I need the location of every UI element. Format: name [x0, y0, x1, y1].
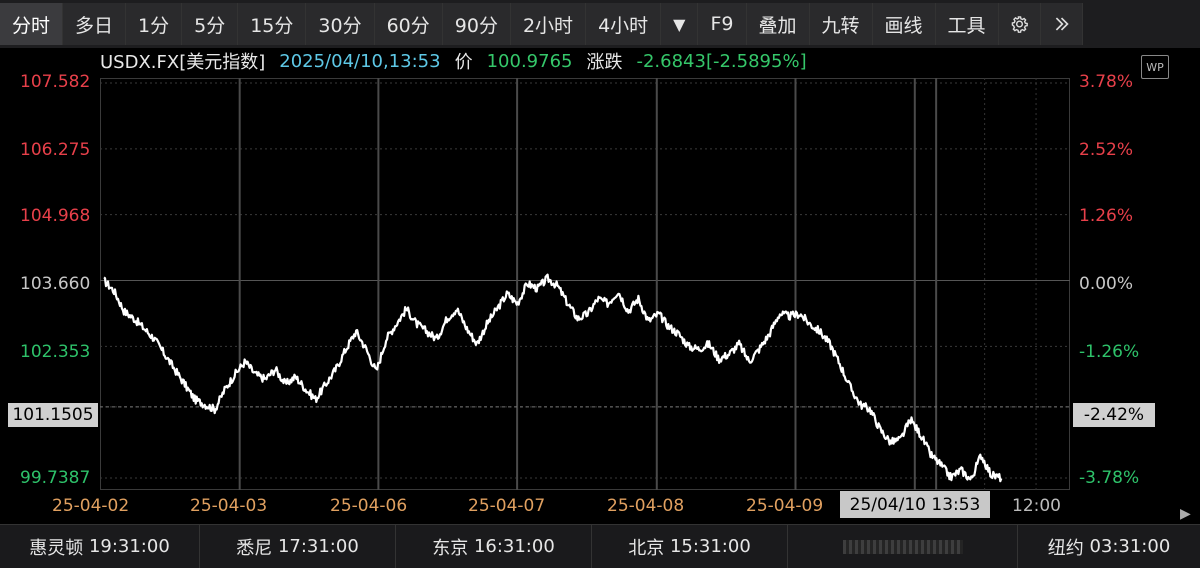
- gear-icon[interactable]: [998, 3, 1041, 45]
- nine-turn-button[interactable]: 九转: [809, 3, 873, 45]
- pct-tick-label: -3.78%: [1079, 468, 1140, 488]
- chart-frame: [100, 78, 1070, 490]
- pct-tick-label: 1.26%: [1079, 206, 1134, 226]
- double-chevron-right-icon[interactable]: [1040, 3, 1083, 45]
- cursor-time-marker: 25/04/10 13:53: [840, 491, 990, 518]
- tab-4hour[interactable]: 4小时: [586, 3, 662, 45]
- pct-tick-label: -1.26%: [1079, 342, 1140, 362]
- tab-2hour[interactable]: 2小时: [510, 3, 587, 45]
- tab-intraday[interactable]: 分时: [0, 3, 64, 45]
- price-label: 价: [454, 52, 473, 73]
- x-tick-label: 25-04-06: [330, 496, 408, 516]
- symbol-name: USDX.FX[美元指数]: [100, 52, 266, 73]
- tab-90min[interactable]: 90分: [442, 3, 511, 45]
- quote-info-line: USDX.FX[美元指数] 2025/04/10,13:53 价 100.976…: [100, 48, 821, 74]
- wp-icon[interactable]: WP: [1141, 55, 1169, 79]
- tab-30min[interactable]: 30分: [306, 3, 375, 45]
- pct-tick-label: 2.52%: [1079, 140, 1134, 160]
- period-toolbar: 分时 多日 1分 5分 15分 30分 60分 90分 2小时 4小时 ▼ F9…: [0, 0, 1200, 48]
- clock-tokyo: 东京 16:31:00: [396, 525, 592, 568]
- obscured-clock: [788, 525, 1018, 568]
- change-value: -2.6843[-2.5895%]: [636, 50, 807, 72]
- tab-60min[interactable]: 60分: [374, 3, 443, 45]
- price-line: [103, 273, 1003, 483]
- tab-15min[interactable]: 15分: [238, 3, 307, 45]
- clock-beijing: 北京 15:31:00: [592, 525, 788, 568]
- current-price-marker: 101.1505: [8, 403, 98, 427]
- chart-grid: [100, 78, 1070, 490]
- x-tick-label: 25-04-09: [746, 496, 824, 516]
- pct-tick-label: 0.00%: [1079, 274, 1134, 294]
- overlay-button[interactable]: 叠加: [746, 3, 810, 45]
- clock-sydney: 悉尼 17:31:00: [200, 525, 396, 568]
- world-clock-bar: 惠灵顿 19:31:00 悉尼 17:31:00 东京 16:31:00 北京 …: [0, 524, 1200, 568]
- y-tick-label: 103.660: [20, 274, 91, 294]
- pct-tick-label: 3.78%: [1079, 72, 1134, 92]
- tab-1min[interactable]: 1分: [126, 3, 183, 45]
- quote-datetime: 2025/04/10,13:53: [279, 50, 441, 72]
- tools-button[interactable]: 工具: [935, 3, 999, 45]
- y-tick-label: 107.582: [20, 72, 91, 92]
- tab-multi-day[interactable]: 多日: [63, 3, 127, 45]
- x-tick-label: 12:00: [1012, 496, 1061, 516]
- intraday-line-chart[interactable]: [100, 78, 1070, 490]
- price-value: 100.9765: [486, 50, 573, 72]
- current-pct-marker: -2.42%: [1073, 403, 1155, 427]
- y-tick-label: 99.7387: [20, 468, 91, 488]
- x-tick-label: 25-04-08: [607, 496, 685, 516]
- clock-new-york: 纽约 03:31:00: [1047, 536, 1171, 559]
- draw-line-button[interactable]: 画线: [872, 3, 936, 45]
- clock-wellington: 惠灵顿 19:31:00: [0, 525, 200, 568]
- y-tick-label: 106.275: [20, 140, 91, 160]
- x-tick-label: 25-04-03: [190, 496, 268, 516]
- change-label: 涨跌: [586, 52, 623, 73]
- f9-button[interactable]: F9: [698, 3, 747, 45]
- price-series: [103, 273, 1003, 483]
- scroll-right-icon[interactable]: ▶: [1180, 506, 1191, 522]
- x-tick-label: 25-04-02: [52, 496, 130, 516]
- period-dropdown-icon[interactable]: ▼: [661, 3, 699, 45]
- tab-5min[interactable]: 5分: [182, 3, 239, 45]
- y-tick-label: 104.968: [20, 206, 91, 226]
- y-tick-label: 102.353: [20, 342, 91, 362]
- x-tick-label: 25-04-07: [468, 496, 546, 516]
